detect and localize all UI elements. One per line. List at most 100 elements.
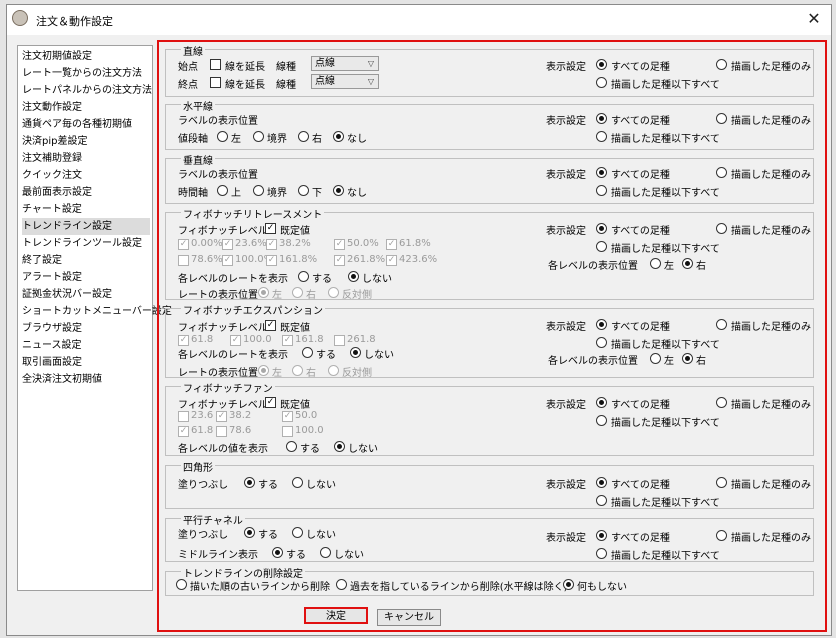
rect-display-all-radio[interactable] (596, 477, 607, 488)
fibret-show-yes-radio[interactable] (298, 271, 309, 282)
hline-display-all-radio[interactable] (596, 113, 607, 124)
sidebar-item[interactable]: ニュース設定 (22, 337, 150, 354)
delete-past-radio[interactable] (336, 579, 347, 590)
rect-display-drawn-radio[interactable] (716, 477, 727, 488)
sidebar-item[interactable]: 通貨ペア毎の各種初期値 (22, 116, 150, 133)
line-start-extend-checkbox[interactable] (210, 59, 221, 70)
fibret-pos-right-radio (292, 287, 303, 298)
channel-midline-yes-radio[interactable] (272, 547, 283, 558)
sidebar-item[interactable]: アラート設定 (22, 269, 150, 286)
sidebar-item[interactable]: ブラウザ設定 (22, 320, 150, 337)
line-start-type-select[interactable]: 点線 ▽ (311, 56, 379, 71)
rect-fill-no-label: しない (306, 480, 336, 491)
fibret-level-checkbox: ✓ (334, 239, 345, 250)
fibfan-level-checkbox: ✓ (216, 411, 227, 422)
fibexp-default-checkbox[interactable]: ✓ (265, 320, 276, 331)
sidebar-item[interactable]: ショートカットメニューバー設定 (22, 303, 172, 320)
channel-display-drawn-radio[interactable] (716, 530, 727, 541)
close-icon[interactable]: ✕ (802, 9, 826, 29)
rect-display-below-radio[interactable] (596, 495, 607, 506)
fibfan-show-no-radio[interactable] (334, 441, 345, 452)
fibexp-display-drawn-radio[interactable] (716, 319, 727, 330)
fibret-default-checkbox[interactable]: ✓ (265, 223, 276, 234)
channel-display-below-radio[interactable] (596, 548, 607, 559)
rect-fill-no-radio[interactable] (292, 477, 303, 488)
sidebar-item[interactable]: チャート設定 (22, 201, 150, 218)
fibexp-show-no-radio[interactable] (350, 347, 361, 358)
chevron-down-icon: ▽ (367, 59, 374, 68)
line-display-below-radio[interactable] (596, 77, 607, 88)
sidebar-item[interactable]: 証拠金状況バー設定 (22, 286, 150, 303)
sidebar-item[interactable]: トレンドラインツール設定 (22, 235, 150, 252)
line-end-extend-checkbox[interactable] (210, 77, 221, 88)
hline-none-radio[interactable] (333, 131, 344, 142)
hline-left-radio[interactable] (217, 131, 228, 142)
sidebar-item[interactable]: 注文初期値設定 (22, 48, 150, 65)
fibfan-default-checkbox[interactable]: ✓ (265, 397, 276, 408)
sidebar-item[interactable]: 終了設定 (22, 252, 150, 269)
sidebar-item[interactable]: レートパネルからの注文方法 (22, 82, 152, 99)
vline-down-radio[interactable] (298, 185, 309, 196)
fibret-level-checkbox: ✓ (386, 239, 397, 250)
ok-button[interactable]: 決定 (304, 607, 368, 624)
hline-display-below-radio[interactable] (596, 131, 607, 142)
fibret-level-checkbox: ✓ (386, 255, 397, 266)
fibfan-display-below-radio[interactable] (596, 415, 607, 426)
channel-fill-yes-radio[interactable] (244, 527, 255, 538)
delete-oldest-radio[interactable] (176, 579, 187, 590)
line-display-all-radio[interactable] (596, 59, 607, 70)
fibexp-pos-left-radio (258, 365, 269, 376)
fibfan-display-all-radio[interactable] (596, 397, 607, 408)
vline-none-radio[interactable] (333, 185, 344, 196)
fibret-level-left-radio[interactable] (650, 258, 661, 269)
fibexp-show-yes-radio[interactable] (302, 347, 313, 358)
channel-group-title: 平行チャネル (181, 512, 245, 527)
vline-display-all-radio[interactable] (596, 167, 607, 178)
line-display-drawn-radio[interactable] (716, 59, 727, 70)
fibexp-level-value: 161.8 (295, 334, 324, 345)
line-end-type-label: 線種 (276, 80, 296, 91)
fibexp-level-left-radio[interactable] (650, 353, 661, 364)
fibfan-default-label: 既定値 (280, 400, 310, 411)
delete-nothing-radio[interactable] (563, 579, 574, 590)
fibret-level-checkbox: ✓ (266, 239, 277, 250)
fibret-show-no-radio[interactable] (348, 271, 359, 282)
sidebar-item[interactable]: トレンドライン設定 (22, 218, 150, 235)
channel-midline-no-radio[interactable] (320, 547, 331, 558)
vline-display-below-radio[interactable] (596, 185, 607, 196)
sidebar-item[interactable]: 注文動作設定 (22, 99, 150, 116)
fibfan-display-drawn-radio[interactable] (716, 397, 727, 408)
sidebar-item[interactable]: 決済pip差設定 (22, 133, 150, 150)
fibret-level-right-radio[interactable] (682, 258, 693, 269)
hline-border-radio[interactable] (253, 131, 264, 142)
sidebar-item[interactable]: 注文補助登録 (22, 150, 150, 167)
sidebar-item[interactable]: クイック注文 (22, 167, 150, 184)
fibret-level-checkbox: ✓ (334, 255, 345, 266)
fibret-level-value: 61.8% (399, 238, 431, 249)
fibexp-pos-left-label: 左 (272, 368, 282, 379)
fibexp-display-all-radio[interactable] (596, 319, 607, 330)
fibret-display-drawn-radio[interactable] (716, 223, 727, 234)
hline-display-below-label: 描画した足種以下すべて (611, 134, 720, 145)
sidebar-item[interactable]: 取引画面設定 (22, 354, 150, 371)
channel-display-all-radio[interactable] (596, 530, 607, 541)
fibexp-display-below-radio[interactable] (596, 337, 607, 348)
sidebar-item[interactable]: レート一覧からの注文方法 (22, 65, 150, 82)
rect-fill-yes-radio[interactable] (244, 477, 255, 488)
vline-border-radio[interactable] (253, 185, 264, 196)
sidebar-item[interactable]: 最前面表示設定 (22, 184, 150, 201)
fibexp-level-right-radio[interactable] (682, 353, 693, 364)
cancel-button[interactable]: キャンセル (377, 609, 441, 626)
hline-display-drawn-radio[interactable] (716, 113, 727, 124)
sidebar-item[interactable]: 全決済注文初期値 (22, 371, 150, 388)
fibret-pos-left-radio (258, 287, 269, 298)
fibfan-show-yes-radio[interactable] (286, 441, 297, 452)
channel-fill-no-radio[interactable] (292, 527, 303, 538)
fibret-level-left-label: 左 (664, 261, 674, 272)
vline-display-drawn-radio[interactable] (716, 167, 727, 178)
fibret-display-below-radio[interactable] (596, 241, 607, 252)
hline-right-radio[interactable] (298, 131, 309, 142)
fibret-display-all-radio[interactable] (596, 223, 607, 234)
line-end-type-select[interactable]: 点線 ▽ (311, 74, 379, 89)
vline-up-radio[interactable] (217, 185, 228, 196)
